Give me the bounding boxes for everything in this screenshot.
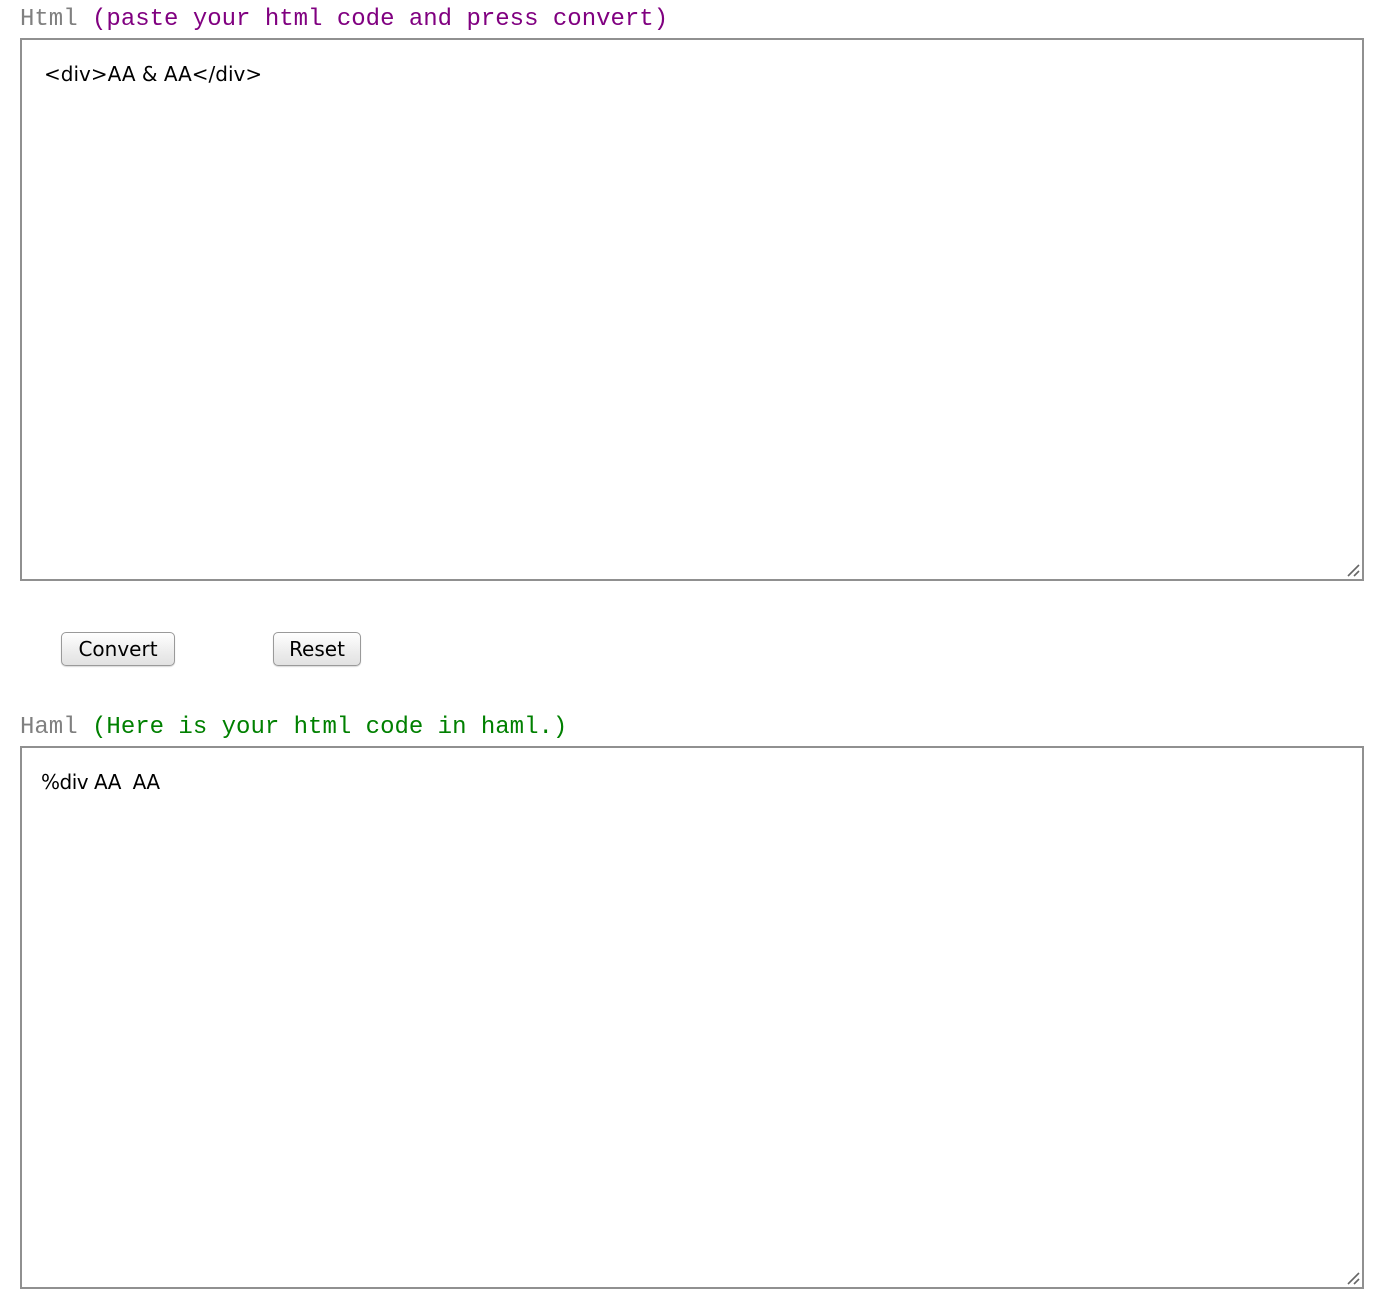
- convert-button[interactable]: Convert: [61, 632, 175, 666]
- resize-grip-icon[interactable]: [1346, 1271, 1360, 1285]
- html-section-heading: Html (paste your html code and press con…: [20, 5, 668, 35]
- haml-output-textarea[interactable]: [22, 748, 1362, 1287]
- resize-grip-icon[interactable]: [1346, 563, 1360, 577]
- haml-label: Haml: [20, 714, 78, 741]
- html-hint: (paste your html code and press convert): [92, 6, 669, 33]
- html-input-container: [20, 38, 1364, 581]
- haml-output-container: [20, 746, 1364, 1289]
- reset-button[interactable]: Reset: [273, 632, 361, 666]
- html-label: Html: [20, 6, 78, 33]
- html-input-textarea[interactable]: [22, 40, 1362, 579]
- haml-section-heading: Haml (Here is your html code in haml.): [20, 713, 567, 743]
- haml-hint: (Here is your html code in haml.): [92, 714, 568, 741]
